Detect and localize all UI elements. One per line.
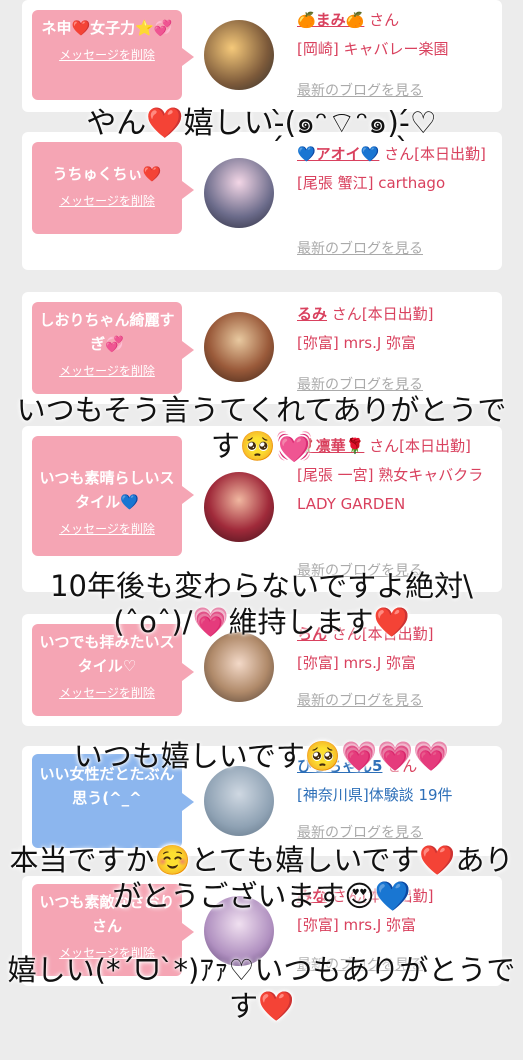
delete-message-link[interactable]: メッセージを削除 [38, 46, 176, 63]
message-text: しおりちゃん綺麗すぎ💞 [39, 311, 175, 353]
reply-text: いつも嬉しいです🥺💗💗💗 [73, 739, 450, 773]
user-name-link[interactable]: 🍊まみ🍊 [297, 11, 364, 29]
shop-name: [岡崎] キャバレー楽園 [297, 40, 449, 58]
shop-name: [弥富] mrs.J 弥富 [297, 334, 417, 352]
user-info: るみ さん[本日出勤] [弥富] mrs.J 弥富 [297, 300, 497, 358]
reply-caption: やん❤️嬉しい-̗̀(๑ᵔ⌔ᵔ๑)-̖́♡ [0, 70, 523, 178]
reply-text: 嬉しい(*ˊᗜˋ*)ｱｧ♡いつもありがとうです❤️ [7, 953, 516, 1023]
user-info: 🍊まみ🍊 さん [岡崎] キャバレー楽園 [297, 6, 497, 64]
reply-text: 本当ですか☺️とても嬉しいです❤️ありがとうございます😍💙 [9, 843, 514, 913]
message-text: ネ申❤️女子力⭐️💞 [41, 19, 173, 37]
honorific: さん [331, 305, 362, 323]
reply-text: いつもそう言うてくれてありがとうです🥺💓 [16, 393, 507, 463]
latest-blog-link[interactable]: 最新のブログを見る [297, 238, 423, 258]
reply-caption: 嬉しい(*ˊᗜˋ*)ｱｧ♡いつもありがとうです❤️ [0, 916, 523, 1060]
reply-caption: いつもそう言うてくれてありがとうです🥺💓 [0, 356, 523, 500]
reply-text: やん❤️嬉しい-̗̀(๑ᵔ⌔ᵔ๑)-̖́♡ [86, 106, 437, 141]
delete-message-link[interactable]: メッセージを削除 [38, 192, 176, 209]
reply-text: 10年後も変わらないですよ絶対\(ˆoˆ)/💗維持します❤️ [50, 569, 473, 639]
work-status: [本日出勤] [361, 305, 434, 323]
honorific: さん [369, 11, 400, 29]
reply-caption: 10年後も変わらないですよ絶対\(ˆoˆ)/💗維持します❤️ [0, 532, 523, 676]
delete-message-link[interactable]: メッセージを削除 [38, 684, 176, 701]
user-name-link[interactable]: るみ [297, 305, 327, 323]
reply-caption: いつも嬉しいです🥺💗💗💗 [0, 702, 523, 810]
